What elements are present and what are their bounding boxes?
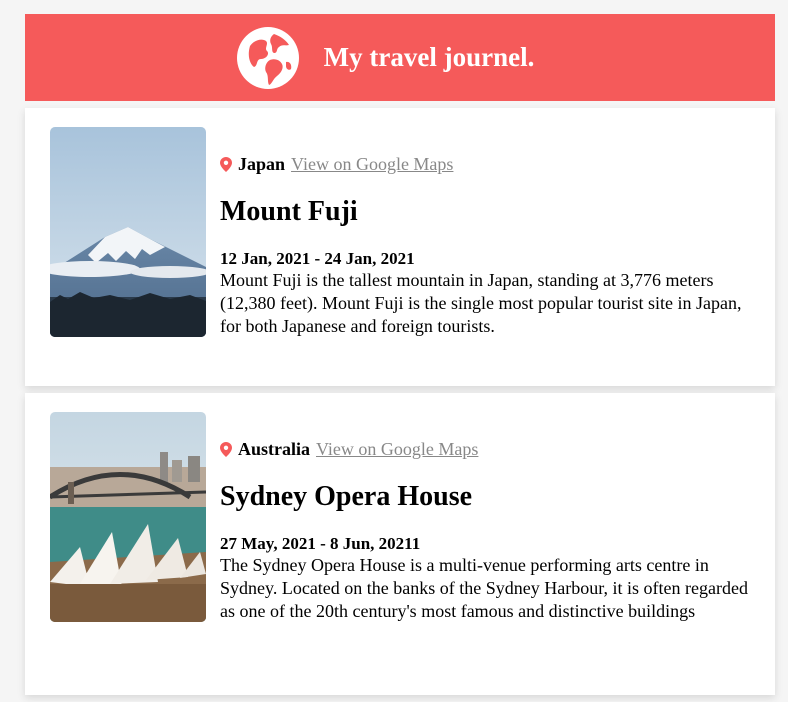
entry-title: Sydney Opera House [220, 481, 473, 512]
app-header: My travel journel. [25, 14, 775, 101]
google-maps-link[interactable]: View on Google Maps [291, 154, 453, 175]
app-title: My travel journel. [323, 42, 535, 72]
location-pin-icon [220, 442, 232, 457]
journal-entry-card: Japan View on Google Maps Mount Fuji 12 … [25, 108, 775, 386]
globe-icon [236, 26, 299, 89]
entry-dates: 12 Jan, 2021 - 24 Jan, 2021 [220, 248, 415, 268]
location-row: Japan View on Google Maps [220, 154, 755, 175]
entry-dates: 27 May, 2021 - 8 Jun, 20211 [220, 533, 421, 553]
entry-title: Mount Fuji [220, 196, 358, 227]
journal-entry-card: Australia View on Google Maps Sydney Ope… [25, 393, 775, 695]
google-maps-link[interactable]: View on Google Maps [316, 439, 478, 460]
location-row: Australia View on Google Maps [220, 439, 755, 460]
entry-description: The Sydney Opera House is a multi-venue … [220, 554, 748, 621]
country-label: Japan [238, 154, 286, 174]
entry-photo [50, 127, 206, 337]
entry-photo [50, 412, 206, 622]
location-pin-icon [220, 157, 232, 172]
country-label: Australia [238, 439, 310, 459]
entry-description: Mount Fuji is the tallest mountain in Ja… [220, 269, 742, 336]
